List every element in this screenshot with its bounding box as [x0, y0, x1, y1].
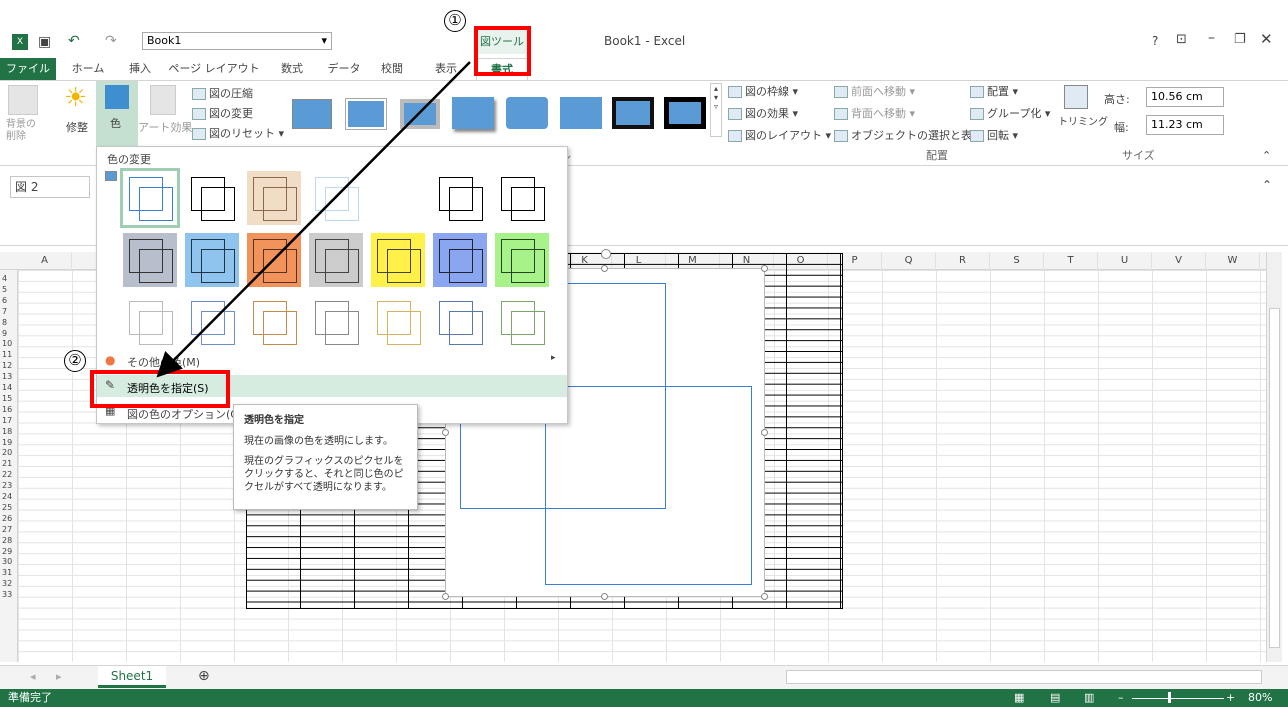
- zoom-in-icon[interactable]: +: [1226, 689, 1235, 707]
- annotation-arrow: [156, 61, 471, 378]
- zoom-out-icon[interactable]: –: [1118, 689, 1124, 707]
- sheet-tab-sheet1[interactable]: Sheet1: [98, 666, 166, 688]
- zoom-slider-thumb[interactable]: [1168, 692, 1171, 703]
- sheet-nav-left-icon[interactable]: ◂: [30, 670, 36, 683]
- normal-view-icon[interactable]: ▦: [1014, 689, 1024, 707]
- arrow-line: [156, 61, 471, 378]
- page-break-view-icon[interactable]: ▥: [1084, 689, 1094, 707]
- sheet-nav-right-icon[interactable]: ▸: [56, 670, 62, 683]
- status-ready: 準備完了: [8, 691, 52, 704]
- zoom-slider[interactable]: [1132, 698, 1224, 699]
- horizontal-scrollbar[interactable]: [786, 670, 1262, 684]
- add-sheet-button[interactable]: ⊕: [198, 668, 210, 684]
- page-layout-view-icon[interactable]: ▤: [1050, 689, 1060, 707]
- zoom-level: 80%: [1248, 691, 1273, 704]
- status-bar: 準備完了 ▦ ▤ ▥ – + 80%: [0, 689, 1288, 707]
- sheet-tab-bar: ◂ ▸ Sheet1 ⊕: [0, 665, 1288, 689]
